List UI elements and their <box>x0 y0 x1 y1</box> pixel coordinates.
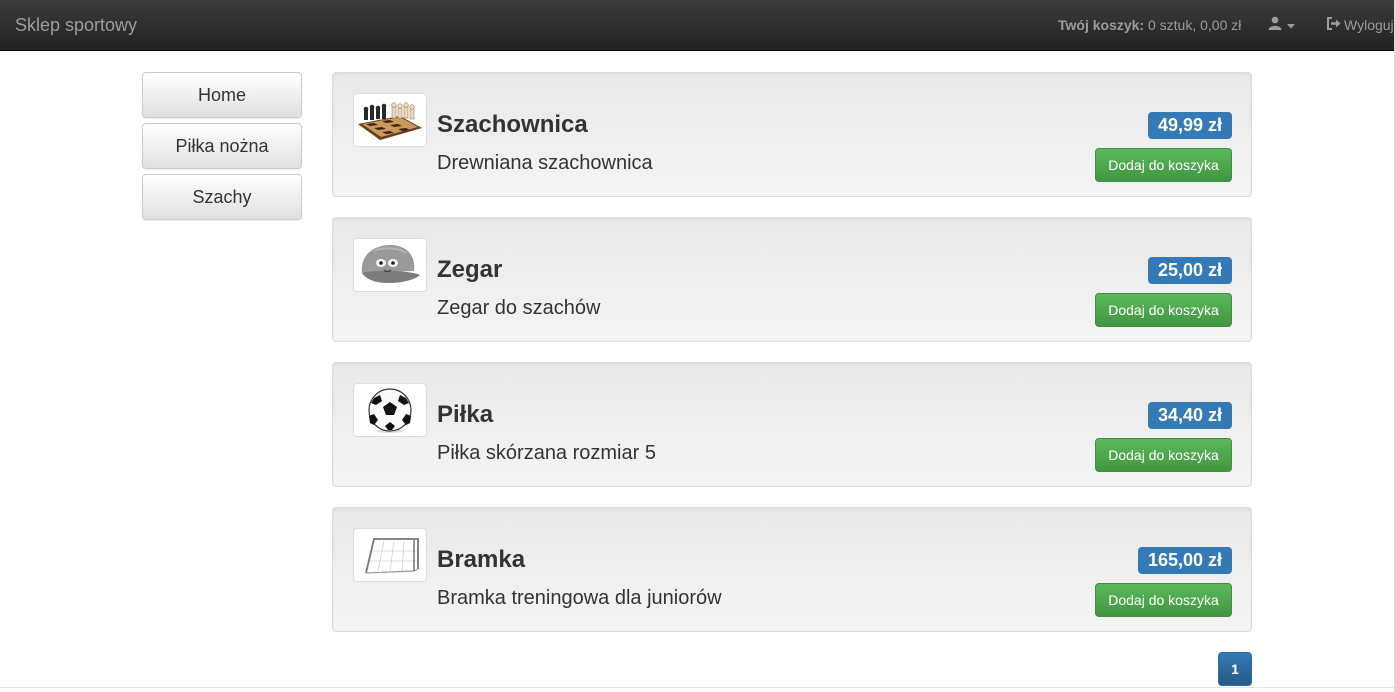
soccer-ball-image <box>353 383 427 437</box>
product-name[interactable]: Zegar <box>437 256 502 284</box>
price-badge: 165,00 zł <box>1137 547 1232 574</box>
goal-image <box>353 528 427 582</box>
chessboard-image <box>353 93 427 147</box>
price-badge: 49,99 zł <box>1147 112 1232 139</box>
logout-label: Wyloguj <box>1344 17 1394 33</box>
product-card: Zegar Zegar do szachów 25,00 zł Dodaj do… <box>332 217 1252 342</box>
product-description: Zegar do szachów <box>437 297 601 319</box>
pagination-page-1[interactable]: 1 <box>1218 652 1252 686</box>
product-name[interactable]: Bramka <box>437 546 525 574</box>
product-name[interactable]: Piłka <box>437 401 493 429</box>
add-to-cart-button[interactable]: Dodaj do koszyka <box>1095 148 1232 182</box>
cart-label: Twój koszyk: <box>1058 17 1145 33</box>
sidebar-item-home[interactable]: Home <box>142 72 302 118</box>
footer-divider <box>0 687 1396 688</box>
product-card: Bramka Bramka treningowa dla juniorów 16… <box>332 507 1252 632</box>
product-list: Szachownica Drewniana szachownica 49,99 … <box>332 72 1252 652</box>
add-to-cart-button[interactable]: Dodaj do koszyka <box>1095 438 1232 472</box>
top-navbar: Sklep sportowy Twój koszyk: 0 sztuk, 0,0… <box>0 0 1396 51</box>
logout-link[interactable]: Wyloguj <box>1326 15 1394 35</box>
caret-down-icon <box>1287 16 1295 34</box>
add-to-cart-button[interactable]: Dodaj do koszyka <box>1095 583 1232 617</box>
product-name[interactable]: Szachownica <box>437 111 588 139</box>
sidebar-item-szachy[interactable]: Szachy <box>142 174 302 220</box>
brand-link[interactable]: Sklep sportowy <box>15 14 137 36</box>
product-description: Piłka skórzana rozmiar 5 <box>437 442 656 464</box>
product-card: Szachownica Drewniana szachownica 49,99 … <box>332 72 1252 197</box>
cap-image <box>353 238 427 292</box>
cart-value: 0 sztuk, 0,00 zł <box>1147 17 1242 33</box>
user-menu-dropdown[interactable] <box>1268 15 1295 35</box>
add-to-cart-button[interactable]: Dodaj do koszyka <box>1095 293 1232 327</box>
sidebar-item-pilka-nozna[interactable]: Piłka nożna <box>142 123 302 169</box>
product-description: Bramka treningowa dla juniorów <box>437 587 722 609</box>
product-card: Piłka Piłka skórzana rozmiar 5 34,40 zł … <box>332 362 1252 487</box>
price-badge: 25,00 zł <box>1147 257 1232 284</box>
cart-summary[interactable]: Twój koszyk: 0 sztuk, 0,00 zł <box>1058 17 1241 33</box>
user-icon <box>1268 16 1282 35</box>
product-description: Drewniana szachownica <box>437 152 653 174</box>
price-badge: 34,40 zł <box>1147 402 1232 429</box>
category-sidebar: Home Piłka nożna Szachy <box>142 72 302 225</box>
logout-icon <box>1326 17 1341 33</box>
